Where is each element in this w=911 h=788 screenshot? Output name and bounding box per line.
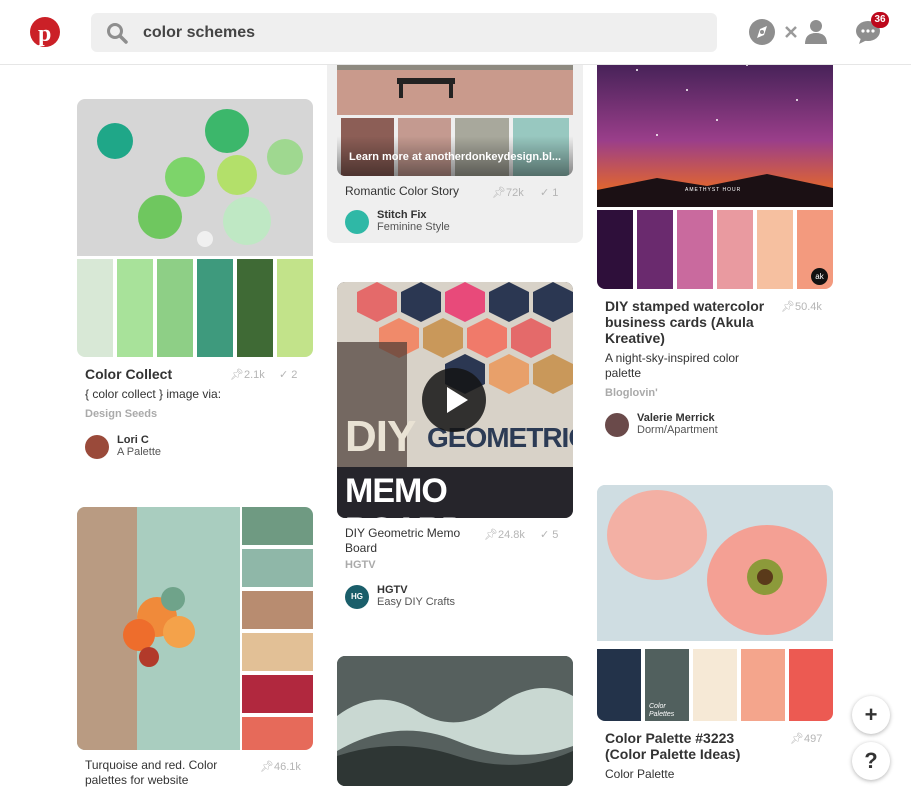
pin-image-geometric[interactable]: DIY GEOMETRIC MEMO BOARD (337, 282, 573, 518)
pin-image-watercolor[interactable]: AMETHYST HOUR ak (597, 40, 833, 289)
night-sky-illustration (597, 64, 833, 207)
notification-badge: 36 (871, 12, 889, 28)
color-swatch (157, 259, 193, 357)
avatar[interactable] (345, 210, 369, 234)
color-swatch (597, 649, 641, 721)
video-title-line1: DIY (345, 412, 416, 461)
pin-description: { color collect } image via: (85, 387, 222, 401)
pin-source[interactable]: Design Seeds (85, 408, 157, 420)
pin-icon: 📌︎ (492, 187, 506, 199)
board-name[interactable]: Easy DIY Crafts (377, 596, 455, 608)
ak-logo-icon: ak (811, 268, 828, 285)
avatar[interactable] (85, 435, 109, 459)
pin-title[interactable]: DIY stamped watercolor business cards (A… (605, 298, 770, 346)
pin-title[interactable]: Color Palette #3223 (Color Palette Ideas… (605, 730, 765, 762)
top-nav-bar: p 36 (0, 0, 911, 65)
board-name[interactable]: Feminine Style (377, 221, 450, 233)
repin-count: 📌︎24.8k (484, 529, 525, 541)
color-swatch (77, 259, 113, 357)
color-swatch (242, 717, 313, 750)
pin-icon: 📌︎ (790, 733, 804, 745)
pin-image-color-collect[interactable] (77, 99, 313, 357)
pin-photo (77, 99, 313, 256)
person-icon[interactable] (803, 18, 831, 46)
check-icon: ✓ (540, 187, 550, 199)
compass-icon[interactable] (748, 18, 776, 46)
video-title-line2: MEMO BOARD (345, 472, 466, 518)
color-swatch (242, 507, 313, 545)
color-swatch (117, 259, 153, 357)
search-bar[interactable] (91, 13, 797, 52)
color-swatch (597, 210, 633, 289)
color-swatch (242, 591, 313, 629)
pin-title[interactable]: Romantic Color Story (345, 184, 459, 199)
pinner-name[interactable]: HGTV (377, 584, 408, 596)
palette-stamp: Color Palettes (649, 703, 675, 718)
color-swatch (637, 210, 673, 289)
close-icon[interactable] (781, 13, 803, 52)
pin-icon: 📌︎ (484, 529, 498, 541)
pin-image-palette-3223[interactable]: Color Palettes (597, 485, 833, 721)
pin-description: A night-sky-inspired color palette (605, 351, 740, 380)
pin-source[interactable]: Bloglovin' (605, 387, 658, 399)
avatar[interactable] (605, 413, 629, 437)
avatar[interactable]: HG (345, 585, 369, 609)
svg-text:p: p (38, 21, 51, 47)
color-swatch (237, 259, 273, 357)
help-button[interactable]: ? (852, 742, 890, 780)
pinner-name[interactable]: Stitch Fix (377, 209, 427, 221)
color-swatch (677, 210, 713, 289)
color-swatch (757, 210, 793, 289)
color-swatch (242, 633, 313, 671)
repin-count: 📌︎72k (492, 187, 524, 199)
check-icon: ✓ (540, 529, 550, 541)
add-pin-button[interactable]: + (852, 696, 890, 734)
board-name[interactable]: Dorm/Apartment (637, 424, 718, 436)
pin-icon: 📌︎ (230, 369, 244, 381)
color-swatch (242, 549, 313, 587)
pin-image-waves[interactable] (337, 656, 573, 786)
pink-flower-illustration (597, 485, 833, 641)
color-swatch (277, 259, 313, 357)
pinner-name[interactable]: Lori C (117, 434, 149, 446)
check-icon: ✓ (279, 369, 289, 381)
pin-photo (597, 485, 833, 641)
repin-count: 📌︎50.4k (781, 301, 822, 313)
pin-photo (597, 40, 833, 207)
pin-icon: 📌︎ (260, 761, 274, 773)
pin-title[interactable]: Color Collect (85, 366, 172, 382)
pin-description: Color Palette (605, 767, 675, 781)
pinterest-p-icon: p (38, 21, 51, 47)
search-icon (107, 23, 128, 44)
pin-title[interactable]: Turquoise and red. Color palettes for we… (85, 758, 235, 788)
paint-cups-illustration (97, 109, 303, 247)
play-button[interactable] (422, 368, 486, 432)
pin-title[interactable]: DIY Geometric Memo Board (345, 526, 470, 556)
color-swatch (741, 649, 785, 721)
pinner-name[interactable]: Valerie Merrick (637, 412, 715, 424)
pin-image-turquoise-red[interactable] (77, 507, 313, 750)
source-link[interactable]: Learn more at anotherdonkeydesign.bl... (349, 151, 561, 163)
search-input[interactable] (143, 19, 663, 46)
color-swatch (197, 259, 233, 357)
image-caption: AMETHYST HOUR (685, 187, 742, 193)
pinterest-logo[interactable]: p (30, 17, 60, 47)
color-swatch (693, 649, 737, 721)
color-swatch (242, 675, 313, 713)
board-name[interactable]: A Palette (117, 446, 161, 458)
color-swatch (717, 210, 753, 289)
pin-photo (77, 507, 240, 750)
color-swatch (789, 649, 833, 721)
like-count: ✓ 5 (540, 529, 559, 541)
repin-count: 📌︎497 (790, 733, 823, 745)
pin-icon: 📌︎ (781, 301, 795, 313)
repin-count: 📌︎46.1k (260, 761, 301, 773)
repin-count: 📌︎2.1k (230, 369, 265, 381)
like-count: ✓ 1 (540, 187, 559, 199)
pin-source[interactable]: HGTV (345, 559, 376, 571)
ocean-waves-illustration (337, 656, 573, 786)
flower-bouquet-illustration (77, 507, 240, 750)
like-count: ✓ 2 (279, 369, 298, 381)
play-icon (447, 387, 468, 413)
